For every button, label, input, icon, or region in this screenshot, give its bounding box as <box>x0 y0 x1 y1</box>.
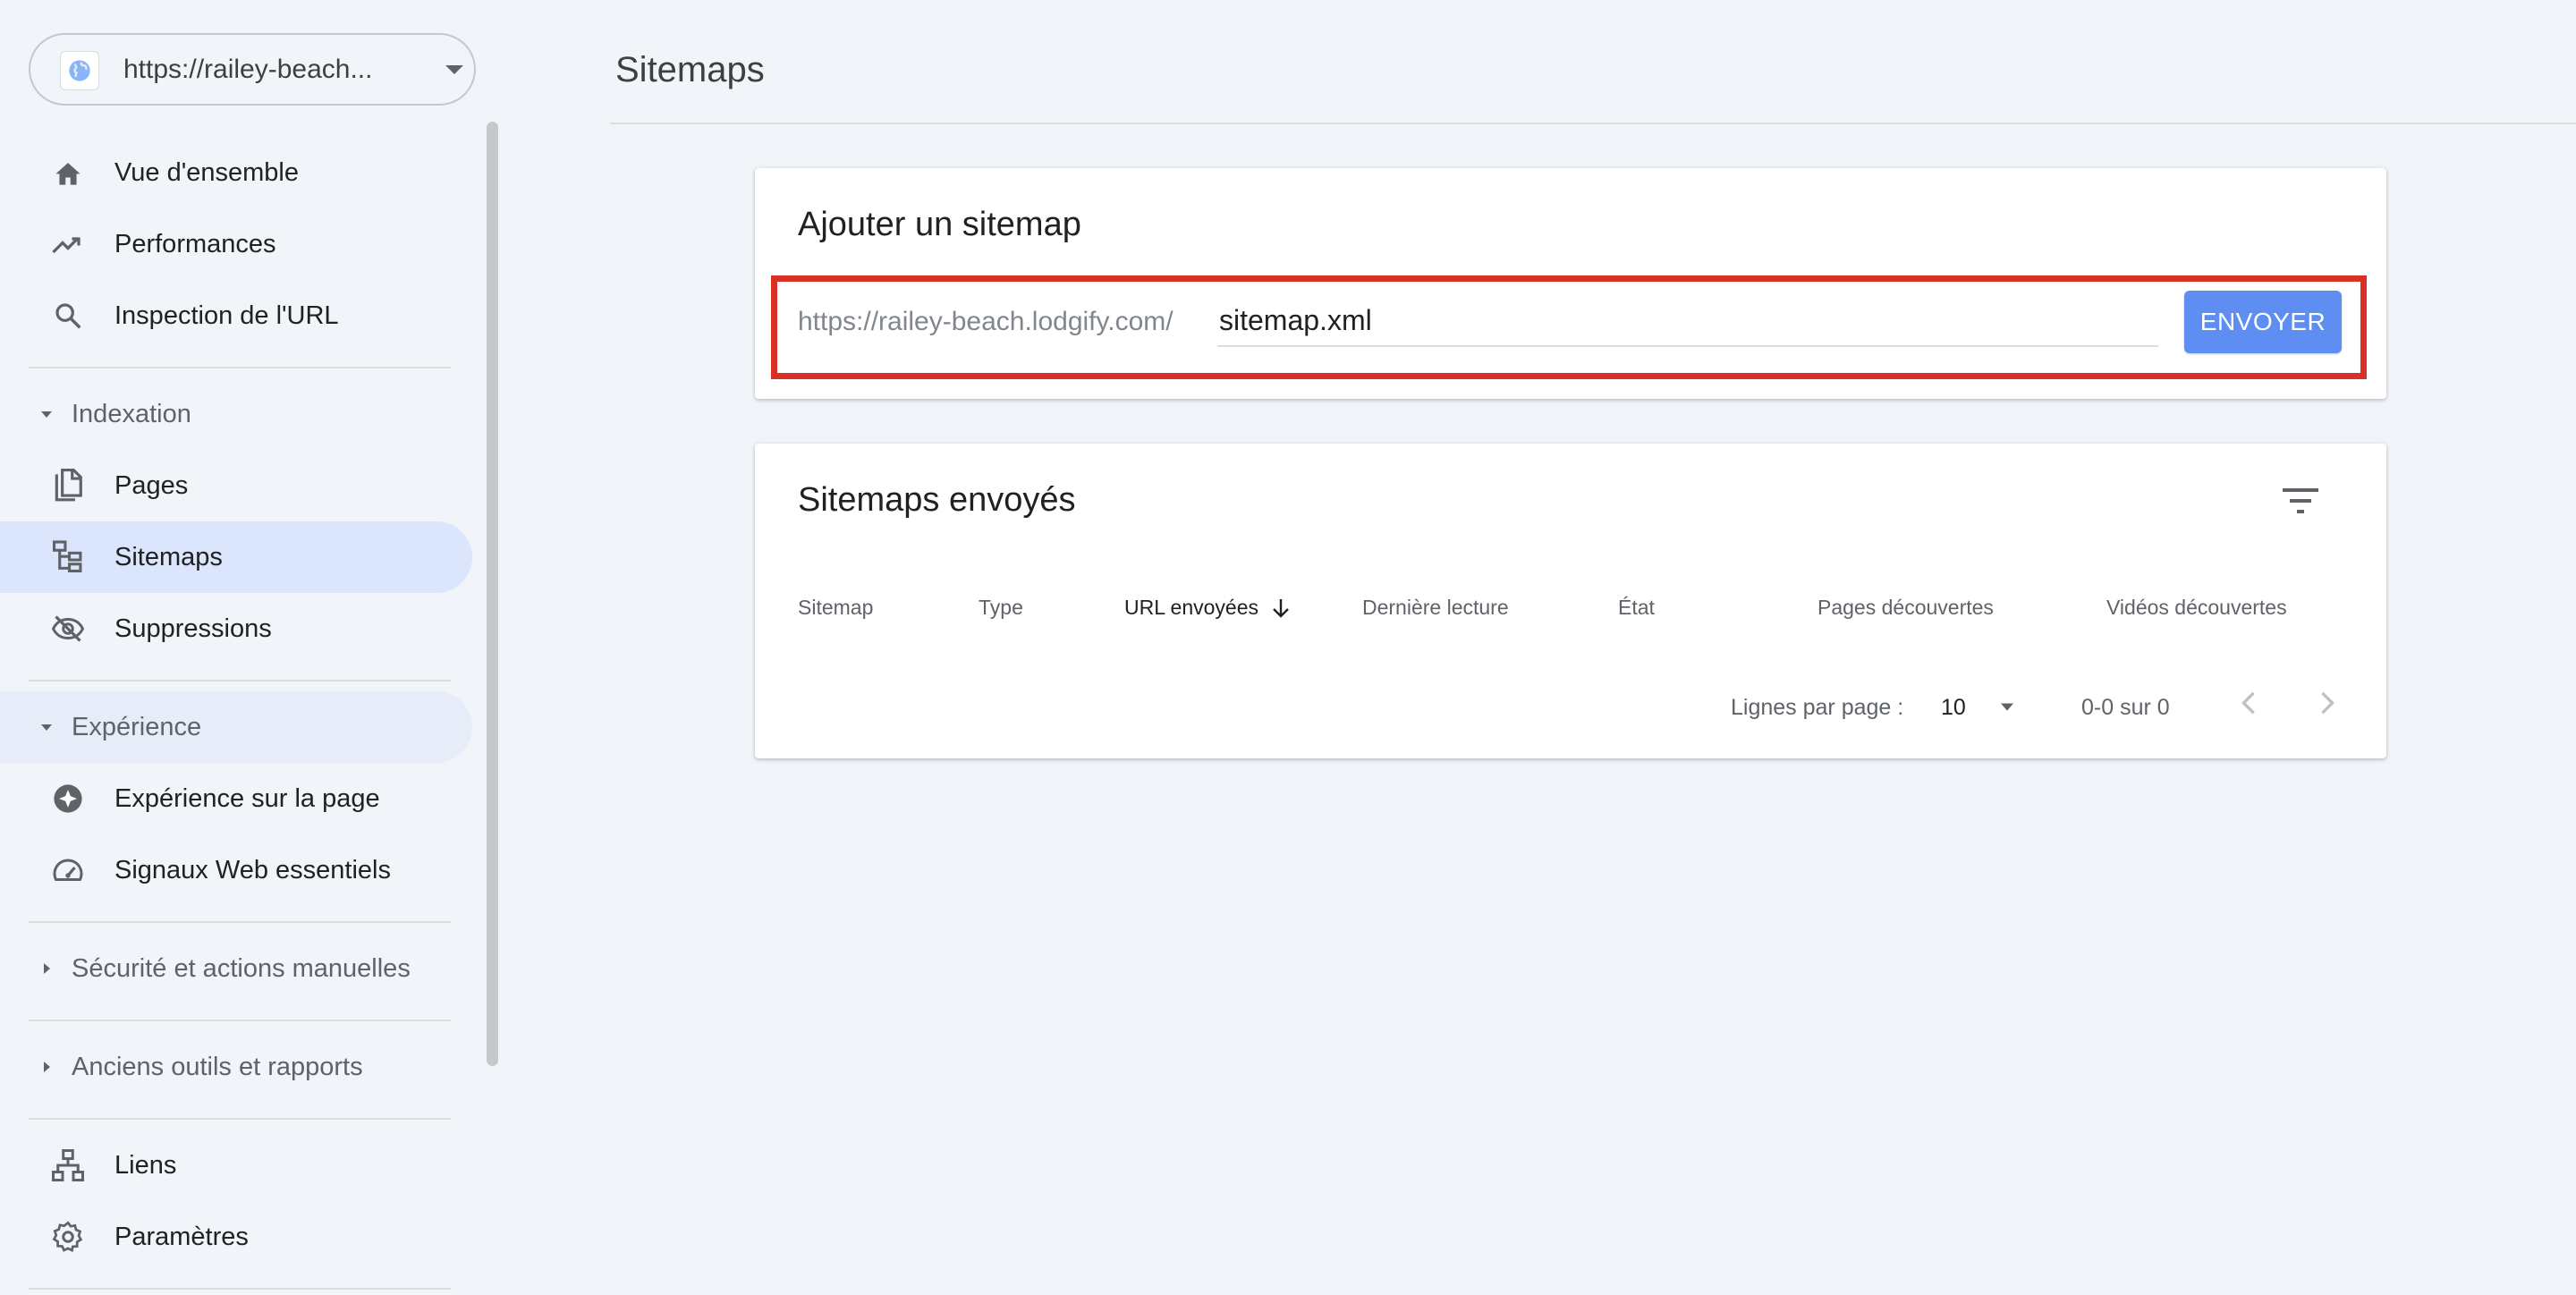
column-header-discovered-videos[interactable]: Vidéos découvertes <box>2106 596 2287 620</box>
card-title: Sitemaps envoyés <box>798 481 1076 519</box>
home-icon <box>50 155 86 190</box>
sidebar-item-url-inspection[interactable]: Inspection de l'URL <box>0 280 472 351</box>
settings-icon <box>50 1219 86 1255</box>
pages-icon <box>50 468 86 504</box>
sidebar-item-links[interactable]: Liens <box>0 1130 472 1201</box>
sidebar-item-label: Performances <box>114 229 276 258</box>
column-header-sitemap[interactable]: Sitemap <box>798 596 873 620</box>
section-label: Expérience <box>72 712 202 741</box>
sidebar-item-label: Paramètres <box>114 1222 249 1251</box>
column-label: Pages découvertes <box>1818 596 1994 619</box>
sidebar-item-label: Sitemaps <box>114 542 223 571</box>
filter-icon[interactable] <box>2279 479 2322 522</box>
column-header-last-read[interactable]: Dernière lecture <box>1362 596 1509 620</box>
sidebar-item-settings[interactable]: Paramètres <box>0 1201 472 1273</box>
sitemap-url-input[interactable] <box>1217 295 2158 347</box>
submit-button[interactable]: ENVOYER <box>2184 291 2342 353</box>
column-label: État <box>1618 596 1655 619</box>
rows-per-page-label: Lignes par page : <box>1731 695 1904 720</box>
sidebar-scrollbar[interactable] <box>487 122 498 1066</box>
sidebar-divider <box>29 1288 451 1290</box>
sidebar-divider <box>29 1020 451 1021</box>
sidebar-item-performance[interactable]: Performances <box>0 208 472 280</box>
visibility-off-icon <box>50 611 86 647</box>
sidebar-item-page-experience[interactable]: Expérience sur la page <box>0 763 472 834</box>
section-label: Indexation <box>72 399 191 428</box>
column-label: Type <box>979 596 1023 619</box>
sidebar-divider <box>29 367 451 368</box>
column-header-status[interactable]: État <box>1618 596 1655 620</box>
column-header-type[interactable]: Type <box>979 596 1023 620</box>
section-experience[interactable]: Expérience <box>0 691 472 763</box>
section-indexation[interactable]: Indexation <box>0 378 472 450</box>
section-label: Anciens outils et rapports <box>72 1052 363 1081</box>
sidebar-item-overview[interactable]: Vue d'ensemble <box>0 137 472 208</box>
speed-icon <box>50 852 86 888</box>
sidebar-item-label: Suppressions <box>114 614 272 643</box>
column-label: Vidéos découvertes <box>2106 596 2287 619</box>
sitemap-icon <box>50 539 86 575</box>
column-header-submitted-urls[interactable]: URL envoyées <box>1124 596 1291 620</box>
experience-icon <box>50 781 86 817</box>
links-icon <box>50 1147 86 1183</box>
sidebar-divider <box>29 921 451 923</box>
sidebar-item-label: Pages <box>114 470 189 500</box>
chevron-down-icon <box>444 63 465 76</box>
rows-per-page-value: 10 <box>1941 695 1966 720</box>
previous-page-button[interactable] <box>2227 681 2270 724</box>
sidebar-item-sitemaps[interactable]: Sitemaps <box>0 521 472 593</box>
section-security[interactable]: Sécurité et actions manuelles <box>0 933 472 1004</box>
column-label: Dernière lecture <box>1362 596 1509 619</box>
sidebar-item-label: Signaux Web essentiels <box>114 855 391 884</box>
submitted-sitemaps-card: Sitemaps envoyés Sitemap Type URL envoyé… <box>755 444 2386 758</box>
sidebar-divider <box>29 680 451 681</box>
sidebar-item-pages[interactable]: Pages <box>0 450 472 521</box>
search-icon <box>50 298 86 334</box>
chevron-left-icon <box>2241 690 2257 715</box>
header-divider <box>610 123 2576 124</box>
sidebar-item-core-web-vitals[interactable]: Signaux Web essentiels <box>0 834 472 906</box>
column-header-discovered-pages[interactable]: Pages découvertes <box>1818 596 1994 620</box>
trending-up-icon <box>50 226 86 262</box>
chevron-down-icon <box>1995 694 2020 719</box>
sidebar-item-label: Inspection de l'URL <box>114 300 339 330</box>
property-selector[interactable]: https://railey-beach... <box>29 33 476 106</box>
sidebar: https://railey-beach... Vue d'ensemble P… <box>0 0 501 1295</box>
sidebar-item-label: Expérience sur la page <box>114 783 380 813</box>
url-prefix: https://railey-beach.lodgify.com/ <box>798 307 1174 336</box>
caret-down-icon <box>36 403 57 425</box>
card-title: Ajouter un sitemap <box>798 206 1081 243</box>
section-legacy-tools[interactable]: Anciens outils et rapports <box>0 1031 472 1103</box>
property-url: https://railey-beach... <box>123 55 373 84</box>
sidebar-divider <box>29 1118 451 1120</box>
section-label: Sécurité et actions manuelles <box>72 953 411 983</box>
add-sitemap-card: Ajouter un sitemap https://railey-beach.… <box>755 168 2386 399</box>
chevron-right-icon <box>2319 690 2335 715</box>
pagination-range: 0-0 sur 0 <box>2081 695 2170 720</box>
sidebar-item-label: Vue d'ensemble <box>114 157 299 187</box>
column-label: Sitemap <box>798 596 874 619</box>
caret-down-icon <box>36 716 57 738</box>
sidebar-item-removals[interactable]: Suppressions <box>0 593 472 664</box>
caret-right-icon <box>36 1056 57 1078</box>
globe-icon <box>60 51 99 90</box>
page-title: Sitemaps <box>615 50 765 89</box>
arrow-down-icon <box>1271 597 1291 619</box>
caret-right-icon <box>36 958 57 979</box>
next-page-button[interactable] <box>2306 681 2349 724</box>
column-label: URL envoyées <box>1124 596 1259 619</box>
sidebar-item-label: Liens <box>114 1150 177 1180</box>
rows-per-page-select[interactable]: 10 <box>1941 685 2030 726</box>
